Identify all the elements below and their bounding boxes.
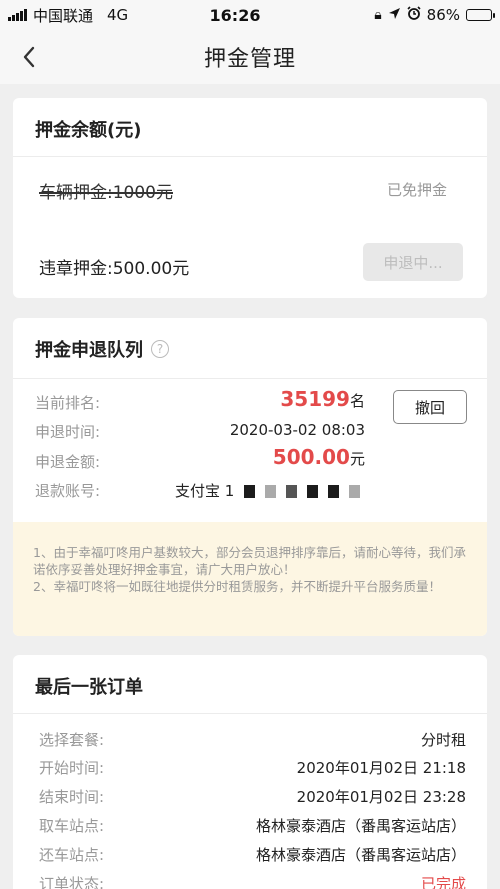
redaction-mark [265, 485, 277, 498]
deposit-balance-card: 押金余额(元) 车辆押金:1000元 已免押金 违章押金:500.00元 申退中… [13, 98, 487, 298]
rank-value-group: 35199名 [280, 387, 365, 411]
redaction-mark [328, 485, 340, 498]
violation-deposit-label: 违章押金:500.00元 [39, 259, 190, 279]
refund-account-value: 支付宝 1 [175, 482, 235, 500]
last-order-card: 最后一张订单 选择套餐: 分时租 开始时间: 2020年01月02日 21:18… [13, 655, 487, 889]
rank-value: 35199 [280, 387, 350, 411]
refund-queue-title: 押金申退队列 [35, 340, 143, 361]
help-icon[interactable]: ? [151, 340, 169, 358]
nav-bar: 押金管理 [0, 30, 500, 84]
refund-queue-card: 押金申退队列 ? 当前排名: 35199名 撤回 申退时间: 2020-03-0… [13, 318, 487, 636]
alarm-icon [407, 6, 421, 24]
refund-account-label: 退款账号: [35, 482, 101, 500]
chevron-left-icon [23, 46, 35, 68]
carrier-name: 中国联通 [33, 6, 94, 25]
refund-amount-label: 申退金额: [35, 453, 101, 471]
redaction-mark [286, 485, 298, 498]
rank-label: 当前排名: [35, 394, 101, 412]
return-station-label: 还车站点: [39, 846, 105, 864]
refund-amount-unit: 元 [349, 450, 365, 468]
refund-account-group: 支付宝 1 [175, 480, 361, 501]
start-time-label: 开始时间: [39, 759, 105, 777]
status-time: 16:26 [209, 5, 261, 25]
rotation-lock-icon: 🔒︎ [374, 7, 382, 23]
pickup-station-label: 取车站点: [39, 817, 105, 835]
redaction-mark [349, 485, 361, 498]
order-state-label: 订单状态: [39, 875, 105, 889]
divider [13, 378, 487, 379]
return-station-value: 格林豪泰酒店（番禺客运站店） [255, 846, 466, 864]
notice-line-2: 2、幸福叮咚将一如既往地提供分时租赁服务，并不断提升平台服务质量！ [33, 579, 441, 594]
battery-icon [466, 9, 495, 21]
divider [13, 713, 487, 714]
network-type: 4G [107, 6, 129, 24]
refund-time-value: 2020-03-02 08:03 [229, 421, 365, 439]
refund-amount-group: 500.00元 [273, 445, 365, 469]
refund-amount-value: 500.00 [272, 445, 350, 469]
refund-notice: 1、由于幸福叮咚用户基数较大，部分会员退押排序靠后，请耐心等待，我们承诺依序妥善… [13, 522, 487, 636]
battery-percent: 86% [426, 6, 460, 24]
page-title: 押金管理 [203, 47, 296, 72]
divider [13, 156, 487, 157]
vehicle-deposit-label: 车辆押金:1000元 [39, 183, 173, 203]
status-right: 🔒︎ 86% [312, 6, 495, 24]
end-time-value: 2020年01月02日 23:28 [296, 788, 466, 806]
last-order-title: 最后一张订单 [35, 677, 143, 698]
status-bar: 中国联通 4G 16:26 🔒︎ 86% [0, 0, 500, 30]
start-time-value: 2020年01月02日 21:18 [296, 759, 466, 777]
package-value: 分时租 [420, 731, 466, 749]
order-state-value: 已完成 [420, 875, 466, 889]
refund-queue-header: 押金申退队列 ? [35, 336, 169, 362]
refund-time-label: 申退时间: [35, 423, 101, 441]
refund-pending-button[interactable]: 申退中... [363, 243, 463, 281]
back-button[interactable] [14, 42, 44, 72]
deposit-balance-title: 押金余额(元) [35, 120, 142, 141]
redaction-mark [244, 485, 256, 498]
notice-line-1: 1、由于幸福叮咚用户基数较大，部分会员退押排序靠后，请耐心等待，我们承诺依序妥善… [33, 545, 466, 577]
vehicle-deposit-status: 已免押金 [386, 181, 447, 199]
location-icon [388, 6, 401, 24]
pickup-station-value: 格林豪泰酒店（番禺客运站店） [255, 817, 466, 835]
rank-unit: 名 [349, 392, 365, 410]
revoke-button[interactable]: 撤回 [393, 390, 467, 424]
redaction-mark [307, 485, 319, 498]
package-label: 选择套餐: [39, 731, 105, 749]
end-time-label: 结束时间: [39, 788, 105, 806]
signal-icon [8, 9, 27, 21]
